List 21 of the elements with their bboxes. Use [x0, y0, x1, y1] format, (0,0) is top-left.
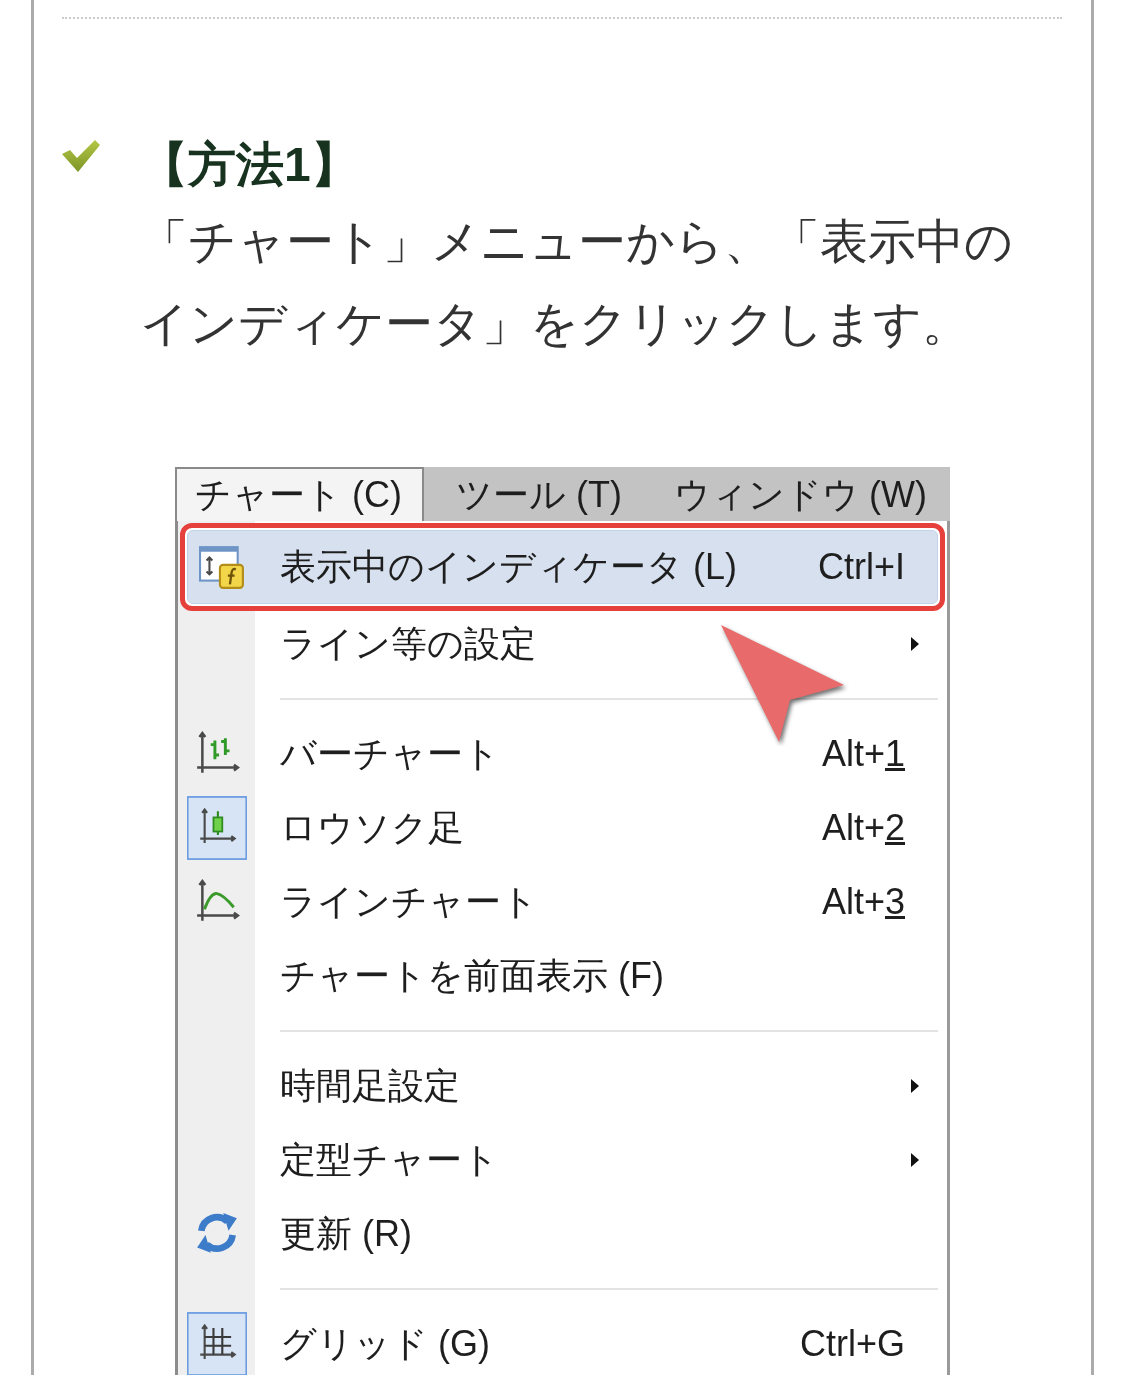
shortcut-text: Alt+2: [821, 807, 905, 849]
menu-item[interactable]: 更新 (R): [178, 1197, 947, 1271]
menu-item[interactable]: チャートを前面表示 (F): [178, 939, 947, 1013]
menu-item[interactable]: ロウソク足 Alt+2: [178, 791, 947, 865]
shortcut-text: Alt+1: [821, 733, 905, 775]
check-icon: [62, 140, 100, 172]
shortcut-text: Ctrl+G: [800, 1323, 905, 1365]
menu-item[interactable]: グリッド (G) Ctrl+G: [178, 1307, 947, 1375]
menu-item[interactable]: バーチャート Alt+1: [178, 717, 947, 791]
menu-bar-item[interactable]: ツール (T): [424, 467, 642, 521]
menu-item[interactable]: ライン等の設定: [178, 607, 947, 681]
menu-bar-item[interactable]: チャート (C): [175, 467, 424, 521]
instruction-text: 「チャート」メニューから、「表示中のインディケータ」をクリックします。: [140, 214, 1014, 352]
shortcut-text: Alt+3: [821, 881, 905, 923]
menu-item[interactable]: 時間足設定: [178, 1049, 947, 1123]
menu-item[interactable]: ラインチャート Alt+3: [178, 865, 947, 939]
menu-item[interactable]: 定型チャート: [178, 1123, 947, 1197]
menu-bar-item[interactable]: ウィンドウ (W): [641, 467, 947, 521]
shortcut-text: Ctrl+I: [818, 546, 905, 588]
menu-item[interactable]: 表示中のインディケータ (L) Ctrl+I: [187, 530, 938, 604]
section-heading: 【方法1】: [140, 137, 360, 193]
